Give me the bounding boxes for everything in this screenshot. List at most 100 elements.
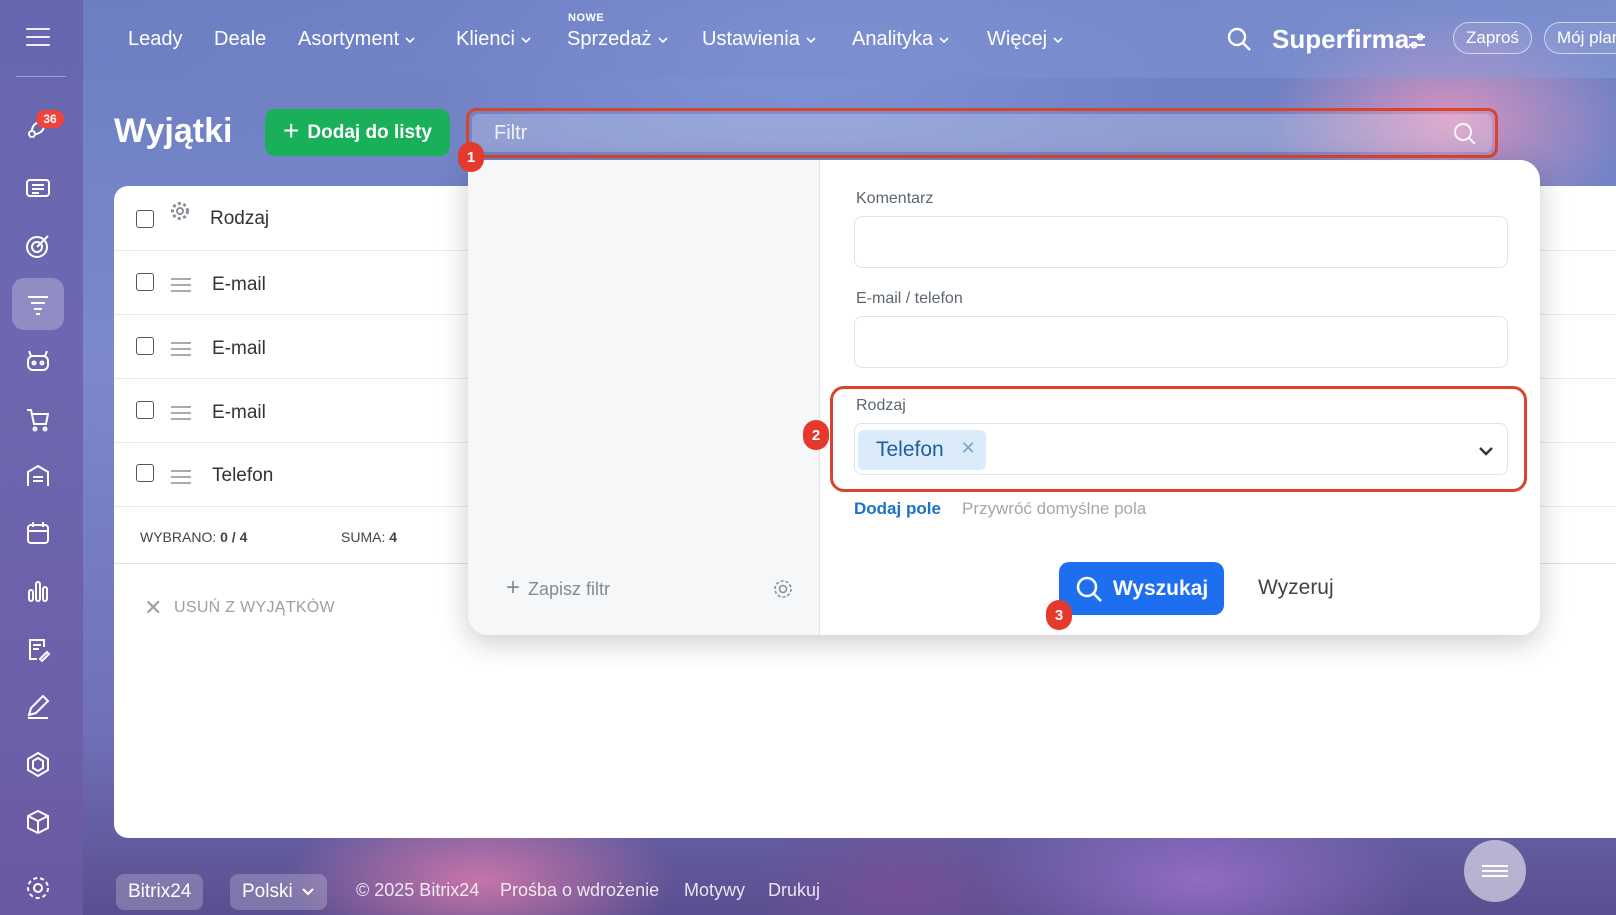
type-tag[interactable]: Telefon ✕	[858, 430, 986, 470]
settings-icon[interactable]	[12, 862, 64, 914]
hexagon-icon[interactable]	[12, 738, 64, 790]
search-icon	[1076, 576, 1102, 602]
nav-label: Klienci	[456, 28, 515, 50]
remove-from-exceptions-button[interactable]: USUŃ Z WYJĄTKÓW	[174, 599, 335, 617]
chevron-down-icon	[806, 36, 816, 43]
contact-card-icon[interactable]	[12, 162, 64, 214]
page-title: Wyjątki	[114, 112, 233, 150]
nav-label: Sprzedaż	[567, 28, 652, 50]
nav-label: Deale	[214, 28, 267, 50]
filter-input[interactable]: Filtr	[472, 114, 1492, 152]
comment-label: Komentarz	[856, 190, 934, 207]
my-plan-button[interactable]: Mój plan	[1544, 22, 1616, 54]
saved-filters-panel: + Zapisz filtr	[468, 160, 820, 635]
company-name[interactable]: Superfirma	[1272, 24, 1409, 55]
row-checkbox[interactable]	[136, 337, 154, 355]
comment-input[interactable]	[854, 216, 1508, 268]
chevron-down-icon	[521, 36, 531, 43]
nav-item-wiecej[interactable]: Więcej	[987, 28, 1063, 51]
sum-count: SUMA: 4	[341, 529, 397, 545]
chevron-down-icon	[939, 36, 949, 43]
search-icon[interactable]	[1453, 122, 1477, 146]
row-checkbox[interactable]	[136, 273, 154, 291]
footer-link-implementation-request[interactable]: Prośba o wdrożenie	[500, 880, 659, 901]
cube-icon[interactable]	[12, 796, 64, 848]
notification-badge: 36	[36, 110, 64, 128]
chat-icon	[1482, 862, 1508, 880]
new-label: NOWE	[568, 12, 605, 24]
cart-icon[interactable]	[12, 393, 64, 445]
target-icon[interactable]	[12, 220, 64, 272]
close-icon[interactable]: ✕	[144, 597, 162, 619]
row-type: E-mail	[212, 402, 266, 423]
search-button-label: Wyszukaj	[1112, 576, 1209, 600]
drag-handle-icon[interactable]	[171, 342, 191, 356]
sum-value: 4	[389, 529, 398, 545]
row-type: E-mail	[212, 338, 266, 359]
nav-item-analityka[interactable]: Analityka	[852, 28, 949, 51]
sum-label: SUMA:	[341, 529, 386, 545]
gear-icon[interactable]	[772, 578, 794, 600]
add-button-label: Dodaj do listy	[307, 121, 432, 143]
select-all-checkbox[interactable]	[136, 210, 154, 228]
gear-icon[interactable]	[170, 201, 190, 221]
funnel-icon[interactable]	[12, 278, 64, 330]
plus-icon: +	[506, 574, 521, 601]
nav-item-deale[interactable]: Deale	[214, 28, 266, 51]
restore-default-fields-link[interactable]: Przywróć domyślne pola	[962, 499, 1146, 519]
drag-handle-icon[interactable]	[171, 278, 191, 292]
warehouse-icon[interactable]	[12, 450, 64, 502]
search-icon[interactable]	[1226, 26, 1252, 52]
sliders-icon[interactable]	[1408, 33, 1426, 49]
drag-handle-icon[interactable]	[171, 406, 191, 420]
step-marker-2: 2	[803, 420, 829, 450]
selected-count: WYBRANO: 0 / 4	[140, 529, 247, 545]
nav-item-asortyment[interactable]: Asortyment	[298, 28, 415, 51]
remove-tag-icon[interactable]: ✕	[961, 438, 976, 459]
menu-icon[interactable]	[26, 28, 50, 48]
chevron-down-icon	[1053, 36, 1063, 43]
nav-item-leady[interactable]: Leady	[128, 28, 183, 51]
invite-button[interactable]: Zaproś	[1453, 22, 1532, 54]
robot-icon[interactable]	[12, 335, 64, 387]
save-filter-button[interactable]: + Zapisz filtr	[506, 574, 611, 601]
calendar-icon[interactable]	[12, 507, 64, 559]
save-filter-label: Zapisz filtr	[528, 578, 611, 599]
drag-handle-icon[interactable]	[171, 470, 191, 484]
language-select[interactable]: Polski	[230, 874, 327, 910]
nav-item-klienci[interactable]: Klienci	[456, 28, 531, 51]
nav-label: Więcej	[987, 28, 1048, 50]
row-checkbox[interactable]	[136, 464, 154, 482]
left-sidebar: 36	[0, 0, 83, 915]
type-label: Rodzaj	[856, 397, 906, 414]
footer-brand: Bitrix24	[128, 881, 192, 902]
bar-chart-icon[interactable]	[12, 565, 64, 617]
row-type: E-mail	[212, 274, 266, 295]
reset-button[interactable]: Wyzeruj	[1258, 576, 1334, 600]
nav-item-sprzedaz[interactable]: Sprzedaż	[567, 28, 668, 51]
search-button[interactable]: Wyszukaj	[1059, 562, 1224, 615]
pen-icon[interactable]	[12, 680, 64, 732]
filter-popup: + Zapisz filtr Komentarz E-mail / telefo…	[468, 160, 1540, 635]
step-marker-1: 1	[458, 142, 484, 172]
bitrix24-brand-button[interactable]: Bitrix24	[116, 874, 204, 910]
document-edit-icon[interactable]	[12, 623, 64, 675]
filter-placeholder: Filtr	[494, 121, 528, 144]
footer-link-print[interactable]: Drukuj	[768, 880, 820, 901]
chevron-down-icon	[405, 36, 415, 43]
footer-link-themes[interactable]: Motywy	[684, 880, 745, 901]
plus-icon: +	[283, 115, 300, 146]
chevron-down-icon	[657, 36, 668, 43]
chat-button[interactable]	[1464, 840, 1526, 902]
nav-label: Ustawienia	[702, 28, 800, 50]
email-phone-label: E-mail / telefon	[856, 290, 963, 307]
chevron-down-icon[interactable]	[1478, 445, 1494, 457]
nav-label: Leady	[128, 28, 183, 50]
type-tag-label: Telefon	[876, 438, 944, 461]
add-to-list-button[interactable]: + Dodaj do listy	[265, 109, 450, 156]
column-header-rodzaj[interactable]: Rodzaj	[210, 208, 269, 230]
email-phone-input[interactable]	[854, 316, 1508, 368]
row-checkbox[interactable]	[136, 401, 154, 419]
nav-item-ustawienia[interactable]: Ustawienia	[702, 28, 816, 51]
add-field-link[interactable]: Dodaj pole	[854, 499, 941, 519]
